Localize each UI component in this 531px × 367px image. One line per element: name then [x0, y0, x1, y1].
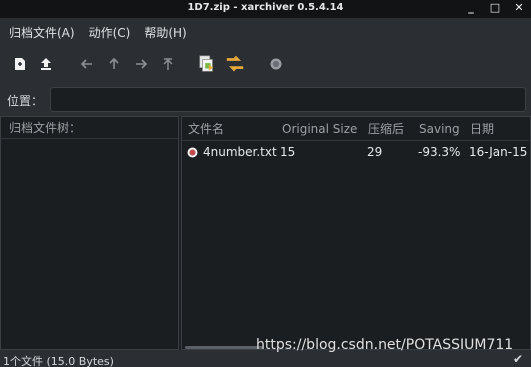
watermark: https://blog.csdn.net/POTASSIUM711	[256, 337, 514, 353]
column-header-name[interactable]: 文件名	[188, 117, 224, 139]
menu-archive[interactable]: 归档文件(A)	[9, 24, 75, 41]
checkmark-icon: ✔	[512, 352, 523, 366]
column-header-original-size[interactable]: Original Size	[282, 117, 357, 139]
location-bar: 位置：	[0, 82, 531, 116]
table-row[interactable]: 4number.txt 15 29 -93.3% 16-Jan-15	[182, 143, 530, 163]
archive-tree-pane[interactable]: 归档文件树：	[0, 116, 179, 350]
up-icon[interactable]	[104, 54, 124, 74]
file-compressed-size: 29	[367, 145, 383, 159]
file-name: 4number.txt	[203, 145, 277, 159]
column-header-compressed[interactable]: 压缩后	[368, 117, 404, 139]
title-bar: 1D7.zip - xarchiver 0.5.4.14 _ □ ✕	[0, 0, 531, 18]
menu-help[interactable]: 帮助(H)	[144, 24, 186, 41]
stop-icon[interactable]	[266, 54, 286, 74]
column-header-date[interactable]: 日期	[470, 117, 494, 139]
convert-icon[interactable]	[225, 54, 245, 74]
location-input[interactable]	[50, 87, 526, 112]
new-archive-icon[interactable]	[10, 54, 30, 74]
root-icon[interactable]	[158, 54, 178, 74]
status-text: 1个文件 (15.0 Bytes)	[3, 355, 114, 367]
forward-icon[interactable]	[131, 54, 151, 74]
maximize-button[interactable]: □	[489, 1, 501, 15]
archive-tree-header: 归档文件树：	[1, 117, 178, 139]
text-file-icon	[187, 147, 198, 161]
close-button[interactable]: ✕	[513, 1, 525, 15]
window-controls: _ □ ✕	[465, 1, 525, 15]
menu-bar: 归档文件(A) 动作(C) 帮助(H)	[0, 18, 531, 46]
header-divider	[182, 140, 530, 141]
extract-icon[interactable]	[197, 54, 217, 74]
back-icon[interactable]	[77, 54, 97, 74]
column-header-saving[interactable]: Saving	[419, 117, 460, 139]
file-list-pane: 文件名 Original Size 压缩后 Saving 日期 4number.…	[181, 116, 531, 350]
window-title: 1D7.zip - xarchiver 0.5.4.14	[187, 2, 344, 13]
horizontal-scrollbar[interactable]	[185, 346, 263, 349]
menu-action[interactable]: 动作(C)	[89, 24, 131, 41]
location-label: 位置：	[7, 94, 44, 108]
open-archive-icon[interactable]	[36, 54, 56, 74]
toolbar	[0, 46, 531, 82]
file-date: 16-Jan-15	[469, 145, 528, 159]
file-original-size: 15	[280, 145, 296, 159]
file-saving: -93.3%	[418, 145, 461, 159]
minimize-button[interactable]: _	[465, 1, 477, 15]
